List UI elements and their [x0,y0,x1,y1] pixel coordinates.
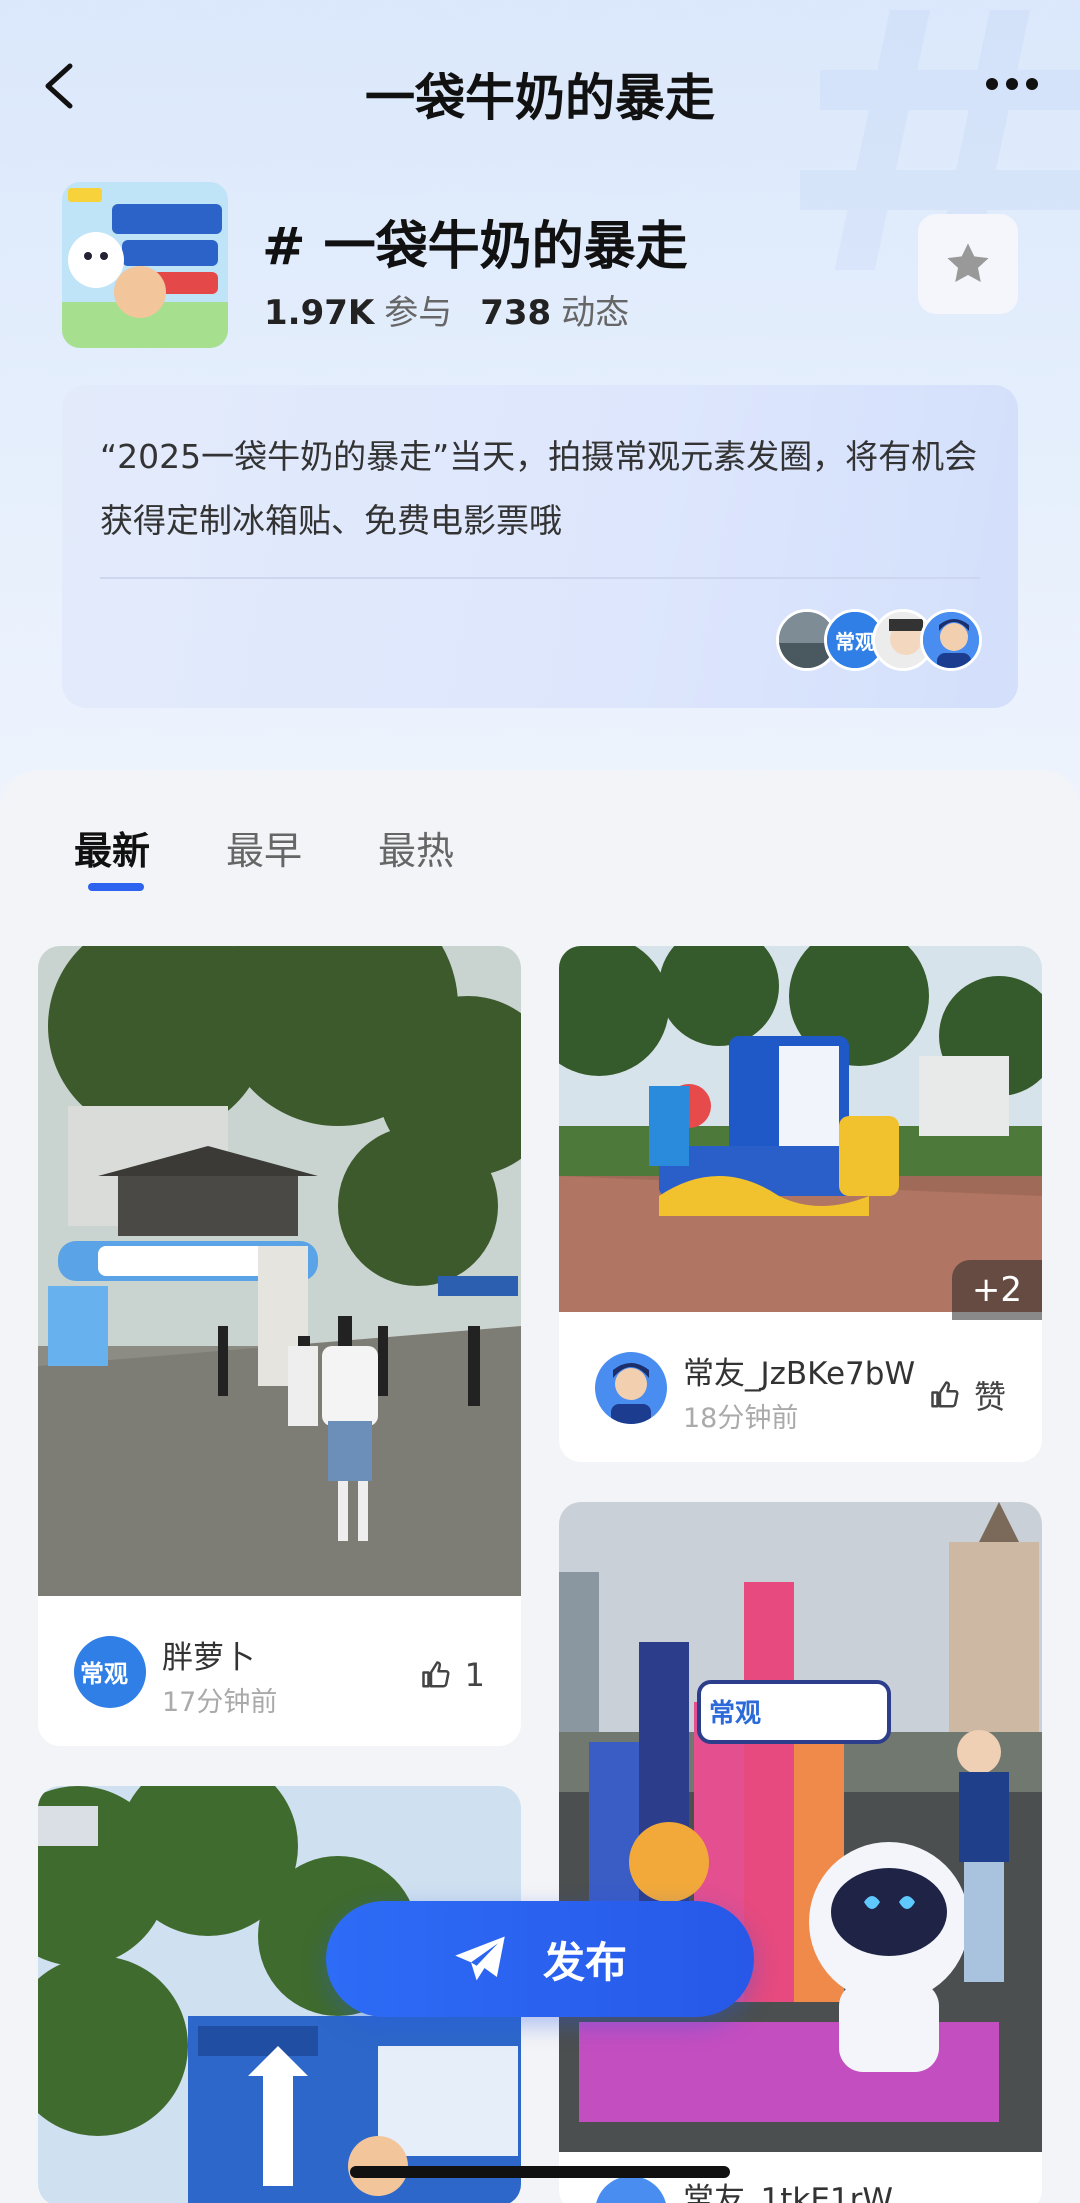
favorite-button[interactable] [918,214,1018,314]
post-username[interactable]: 常友_1tkE1rW [683,2174,893,2203]
nav-bar: 一袋牛奶的暴走 [0,40,1080,130]
post-footer: 常观 胖萝卜 17分钟前 1 [38,1596,521,1746]
topic-description: “2025一袋牛奶的暴走”当天，拍摄常观元素发圈，将有机会获得定制冰箱贴、免费电… [100,437,978,540]
post-username[interactable]: 胖萝卜 [162,1632,255,1677]
topic-title: # 一袋牛奶的暴走 [262,217,688,277]
like-button[interactable]: 赞 [930,1372,1006,1418]
svg-text:常观: 常观 [80,1660,128,1688]
posts-label: 动态 [561,293,630,333]
post-card[interactable]: +2 常友_JzBKe7bW 18分钟前 赞 [559,946,1042,1462]
posts-count: 738 [480,293,552,333]
participants-label: 参与 [384,293,453,333]
post-username[interactable]: 常友_JzBKe7bW [683,1348,915,1393]
star-icon [947,243,989,282]
topic-stats: 1.97K 参与 738 动态 [264,285,657,334]
post-image[interactable]: 常观 [559,1502,1042,2152]
post-time: 18分钟前 [683,1403,799,1434]
like-button[interactable]: 1 [421,1656,485,1694]
publish-button[interactable]: 发布 [326,1901,754,2017]
post-card[interactable]: 常观 常友_1tkE1rW [559,1502,1042,2203]
like-count: 1 [464,1656,485,1694]
tab-earliest[interactable]: 最早 [226,820,302,875]
thumbs-up-icon [931,1381,959,1408]
participants-count: 1.97K [264,293,375,333]
like-label: 赞 [973,1378,1006,1416]
post-footer: 常友_JzBKe7bW 18分钟前 赞 [559,1312,1042,1462]
paper-plane-icon [455,1936,505,1981]
post-image[interactable] [559,946,1042,1312]
topic-description-card: “2025一袋牛奶的暴走”当天，拍摄常观元素发圈，将有机会获得定制冰箱贴、免费电… [62,385,1018,708]
avatar[interactable] [595,2176,667,2203]
post-image[interactable] [38,946,521,1596]
thumbs-up-icon [421,1661,450,1688]
publish-label: 发布 [542,1937,627,1987]
sort-tabs: 最新 最早 最热 [74,820,530,875]
extra-images-badge: +2 [951,1260,1042,1320]
avatar [920,609,982,671]
tab-latest[interactable]: 最新 [74,820,150,875]
post-time: 17分钟前 [162,1687,278,1718]
svg-text:常观: 常观 [709,1699,761,1729]
svg-text:常观: 常观 [835,630,875,654]
active-tab-indicator [88,883,144,891]
avatar[interactable] [595,1352,667,1424]
tab-hottest[interactable]: 最热 [378,820,454,875]
more-options-icon[interactable] [984,72,1040,96]
page-title: 一袋牛奶的暴走 [365,69,715,127]
participant-avatars[interactable]: 常观 [776,609,982,671]
post-card[interactable]: 常观 胖萝卜 17分钟前 1 [38,946,521,1746]
topic-cover-image [62,182,228,348]
home-indicator[interactable] [350,2166,730,2178]
avatar[interactable]: 常观 [74,1636,146,1708]
divider [100,577,980,579]
